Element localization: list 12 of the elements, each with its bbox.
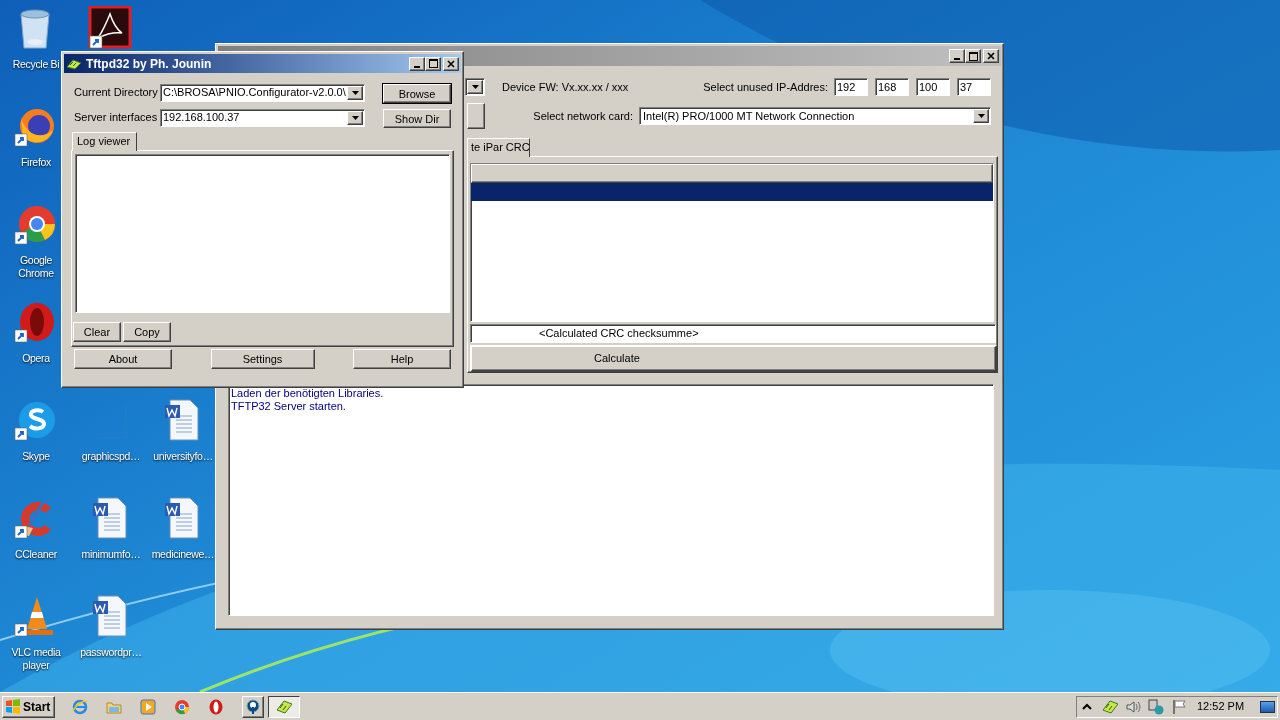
show-desktop-button[interactable] bbox=[1260, 700, 1275, 713]
flag-icon[interactable] bbox=[1171, 698, 1187, 715]
windows-logo-icon bbox=[5, 698, 21, 715]
keyhole-icon bbox=[245, 698, 261, 715]
taskbar-window-button[interactable] bbox=[268, 695, 300, 718]
clock: 12:52 PM bbox=[1197, 699, 1245, 715]
start-button[interactable]: Start bbox=[2, 695, 55, 718]
play-icon[interactable] bbox=[140, 698, 156, 715]
chip-icon bbox=[276, 698, 292, 715]
chip-icon[interactable] bbox=[1102, 698, 1118, 715]
browser-icon[interactable] bbox=[208, 698, 224, 715]
speaker-icon[interactable] bbox=[1125, 698, 1141, 715]
